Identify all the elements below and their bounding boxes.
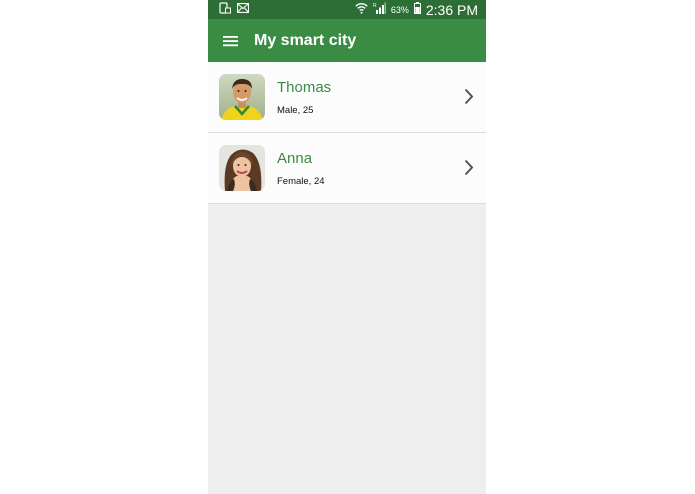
- chevron-right-icon: [464, 159, 474, 176]
- hamburger-menu-icon: [222, 35, 238, 46]
- person-details: Female, 24: [277, 175, 325, 187]
- sim-storage-icon: [219, 2, 231, 17]
- person-details: Male, 25: [277, 104, 314, 116]
- signal-icon: R: [373, 2, 386, 17]
- wifi-icon: [355, 2, 368, 17]
- status-bar: R 63% 2:36 PM: [208, 0, 486, 19]
- menu-button[interactable]: [208, 19, 252, 62]
- people-list: Thomas Male, 25 Anna Female, 24: [208, 62, 486, 204]
- app-bar: My smart city: [208, 19, 486, 62]
- phone-screen: R 63% 2:36 PM My smart city Thomas Male,…: [208, 0, 486, 494]
- battery-icon: [413, 2, 421, 17]
- person-name: Anna: [277, 149, 313, 167]
- list-item-anna[interactable]: Anna Female, 24: [208, 133, 486, 204]
- chevron-right-icon: [464, 88, 474, 105]
- svg-text:R: R: [373, 3, 377, 9]
- list-item-thomas[interactable]: Thomas Male, 25: [208, 62, 486, 133]
- mail-icon: [236, 2, 250, 16]
- avatar: [219, 74, 265, 120]
- clock: 2:36 PM: [425, 1, 478, 18]
- person-name: Thomas: [277, 78, 332, 96]
- battery-percent: 63%: [390, 4, 409, 15]
- app-title: My smart city: [254, 31, 357, 49]
- avatar: [219, 145, 265, 191]
